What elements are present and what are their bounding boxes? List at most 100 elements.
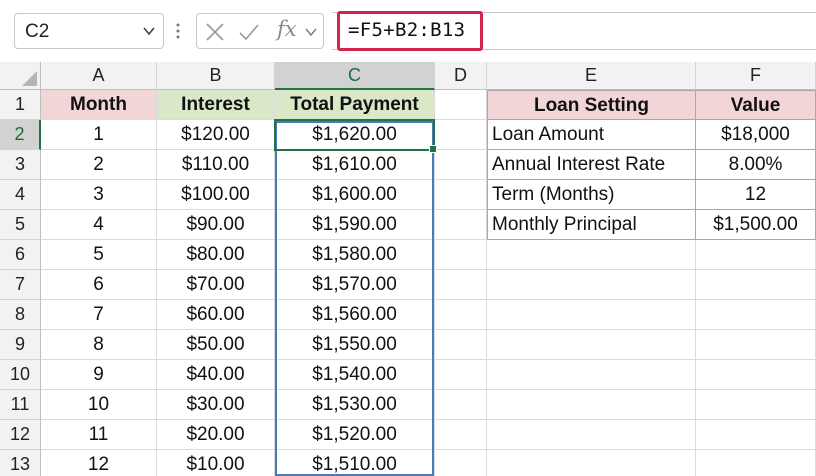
cell-empty[interactable] [487,240,696,270]
row-header-9[interactable]: 9 [0,330,41,360]
cell-empty[interactable] [435,330,487,360]
cell-month[interactable]: 9 [41,360,157,390]
cell-month[interactable]: 8 [41,330,157,360]
cell-interest[interactable]: $100.00 [157,180,275,210]
cell-interest[interactable]: $20.00 [157,420,275,450]
cell-empty[interactable] [696,450,816,476]
cell-empty[interactable] [487,330,696,360]
header-interest[interactable]: Interest [157,90,275,120]
row-header-13[interactable]: 13 [0,450,41,476]
cell-empty[interactable] [696,360,816,390]
cell-loan-value[interactable]: 8.00% [696,150,816,180]
column-header-a[interactable]: A [41,62,157,90]
cell-interest[interactable]: $10.00 [157,450,275,476]
cell-month[interactable]: 3 [41,180,157,210]
cell-empty[interactable] [487,420,696,450]
row-header-1[interactable]: 1 [0,90,41,120]
insert-function-icon[interactable]: fx [277,17,297,41]
cell-loan-setting[interactable]: Loan Amount [487,120,696,150]
cell-interest[interactable]: $30.00 [157,390,275,420]
column-header-d[interactable]: D [435,62,487,90]
cell-empty[interactable] [487,300,696,330]
formula-bar-area: C2 fx =F5+B2:B13 [0,0,816,62]
cell-empty[interactable] [696,240,816,270]
cell-interest[interactable]: $90.00 [157,210,275,240]
header-total-payment[interactable]: Total Payment [275,90,435,120]
cell-loan-setting[interactable]: Monthly Principal [487,210,696,240]
cell-interest[interactable]: $80.00 [157,240,275,270]
cell-d1[interactable] [435,90,487,120]
cell-month[interactable]: 2 [41,150,157,180]
cell-interest[interactable]: $60.00 [157,300,275,330]
cell-loan-setting[interactable]: Term (Months) [487,180,696,210]
cell-empty[interactable] [435,240,487,270]
cell-loan-value[interactable]: $18,000 [696,120,816,150]
header-value[interactable]: Value [696,90,816,120]
row-header-5[interactable]: 5 [0,210,41,240]
cell-empty[interactable] [435,150,487,180]
cell-empty[interactable] [435,360,487,390]
name-box-value: C2 [25,21,50,42]
cell-empty[interactable] [435,450,487,476]
active-cell-outline[interactable] [274,119,435,151]
cell-month[interactable]: 7 [41,300,157,330]
row-header-7[interactable]: 7 [0,270,41,300]
cell-interest[interactable]: $70.00 [157,270,275,300]
cell-empty[interactable] [435,210,487,240]
row-header-12[interactable]: 12 [0,420,41,450]
cell-month[interactable]: 12 [41,450,157,476]
cell-empty[interactable] [435,390,487,420]
cell-empty[interactable] [696,300,816,330]
cancel-icon[interactable] [203,20,227,44]
cell-month[interactable]: 5 [41,240,157,270]
cell-month[interactable]: 1 [41,120,157,150]
row-header-3[interactable]: 3 [0,150,41,180]
cell-empty[interactable] [435,420,487,450]
cell-empty[interactable] [696,270,816,300]
row-header-11[interactable]: 11 [0,390,41,420]
cell-interest[interactable]: $50.00 [157,330,275,360]
cell-empty[interactable] [435,270,487,300]
formula-buttons: fx [196,13,324,49]
cell-empty[interactable] [696,420,816,450]
cell-month[interactable]: 10 [41,390,157,420]
formula-text[interactable]: =F5+B2:B13 [348,19,465,41]
cell-empty[interactable] [435,120,487,150]
cell-empty[interactable] [435,180,487,210]
cell-interest[interactable]: $110.00 [157,150,275,180]
cell-month[interactable]: 4 [41,210,157,240]
name-box[interactable]: C2 [14,13,164,49]
cell-empty[interactable] [696,390,816,420]
chevron-down-icon[interactable] [303,24,319,40]
chevron-down-icon[interactable] [141,23,157,39]
header-month[interactable]: Month [41,90,157,120]
cell-interest[interactable]: $40.00 [157,360,275,390]
row-header-2[interactable]: 2 [0,120,41,150]
cell-loan-value[interactable]: $1,500.00 [696,210,816,240]
cell-empty[interactable] [435,300,487,330]
enter-icon[interactable] [237,20,261,44]
row-header-4[interactable]: 4 [0,180,41,210]
column-header-b[interactable]: B [157,62,275,90]
cell-month[interactable]: 6 [41,270,157,300]
select-all-triangle-icon [22,71,37,86]
row-header-6[interactable]: 6 [0,240,41,270]
header-loan-setting[interactable]: Loan Setting [487,90,696,120]
cell-interest[interactable]: $120.00 [157,120,275,150]
cell-empty[interactable] [487,450,696,476]
cell-loan-setting[interactable]: Annual Interest Rate [487,150,696,180]
more-options-icon[interactable] [174,22,182,40]
column-header-e[interactable]: E [487,62,696,90]
select-all-button[interactable] [0,62,41,90]
cell-loan-value[interactable]: 12 [696,180,816,210]
row-header-8[interactable]: 8 [0,300,41,330]
cell-month[interactable]: 11 [41,420,157,450]
cell-empty[interactable] [487,270,696,300]
cell-empty[interactable] [487,390,696,420]
cell-empty[interactable] [696,330,816,360]
column-header-c[interactable]: C [275,62,435,90]
column-header-f[interactable]: F [696,62,816,90]
row-header-10[interactable]: 10 [0,360,41,390]
cell-empty[interactable] [487,360,696,390]
fill-handle[interactable] [429,145,437,153]
